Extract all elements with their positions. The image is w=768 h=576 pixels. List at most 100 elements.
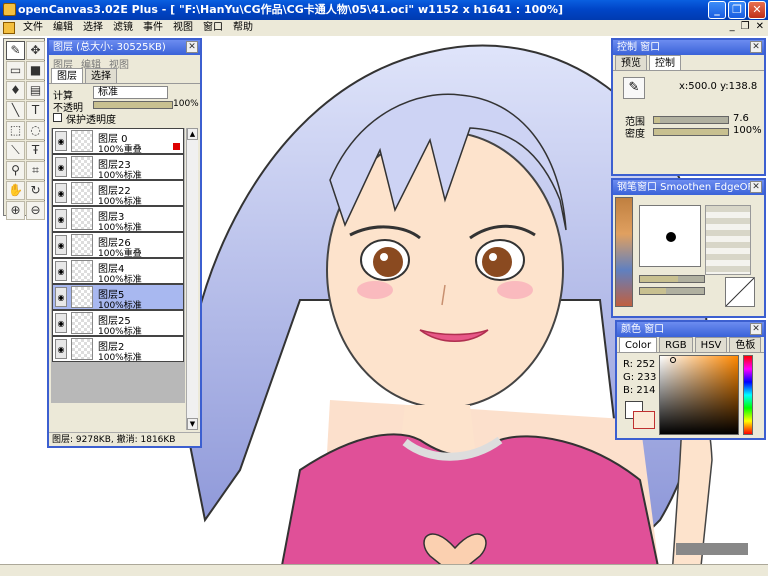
brush-settings-list[interactable] [705, 205, 751, 275]
visibility-eye-icon[interactable]: ◉ [55, 339, 67, 359]
brush-param-fill-2 [640, 288, 666, 294]
density-slider-fill [654, 129, 728, 135]
doc-close-button[interactable]: ✕ [756, 21, 764, 32]
menu-help[interactable]: 帮助 [228, 20, 258, 36]
layer-list-scrollbar[interactable]: ▲ ▼ [186, 128, 198, 430]
bucket-fill-icon[interactable]: ♦ [6, 81, 25, 100]
layer-row[interactable]: ◉ 图层 0 100%重叠 [52, 128, 184, 155]
control-tabs: 预览 控制 [613, 55, 764, 71]
crop-tool-icon[interactable]: ⌗ [26, 161, 45, 180]
rotate-tool-icon[interactable]: ↻ [26, 181, 45, 200]
move-tool-icon[interactable]: ✥ [26, 41, 45, 60]
menu-event[interactable]: 事件 [138, 20, 168, 36]
menu-edit[interactable]: 编辑 [48, 20, 78, 36]
tab-color[interactable]: Color [619, 337, 658, 352]
text-tool-icon[interactable]: T [26, 101, 45, 120]
visibility-eye-icon[interactable]: ◉ [55, 209, 67, 229]
scroll-up-icon[interactable]: ▲ [187, 128, 198, 140]
zoom-out-icon[interactable]: ⊖ [26, 201, 45, 220]
color-panel-title-text: 颜色 窗口 [621, 324, 665, 335]
text-select-icon[interactable]: Ŧ [26, 141, 45, 160]
visibility-eye-icon[interactable]: ◉ [55, 287, 67, 307]
color-picker-square[interactable] [659, 355, 739, 435]
foreground-color-swatch[interactable] [633, 411, 655, 429]
marquee-select-icon[interactable]: ⬚ [6, 121, 25, 140]
brush-panel-close-icon[interactable]: ✕ [750, 181, 762, 193]
layers-submenu-layer[interactable]: 图层 [53, 56, 73, 71]
visibility-eye-icon[interactable]: ◉ [55, 235, 67, 255]
menu-view[interactable]: 视图 [168, 20, 198, 36]
layer-thumbnail [71, 312, 93, 334]
layer-row[interactable]: ◉ 图层2 100%标准 [52, 336, 184, 363]
pen-preset-icon[interactable]: ✎ [623, 77, 645, 99]
tab-layers[interactable]: 图层 [51, 68, 83, 83]
layer-row[interactable]: ◉ 图层26 100%重叠 [52, 232, 184, 259]
layers-submenu-edit[interactable]: 编辑 [81, 56, 101, 71]
brush-param-slider-2[interactable] [639, 287, 705, 295]
lasso-select-icon[interactable]: ◌ [26, 121, 45, 140]
tab-rgb[interactable]: RGB [659, 337, 693, 352]
visibility-eye-icon[interactable]: ◉ [55, 313, 67, 333]
layer-row[interactable]: ◉ 图层25 100%标准 [52, 310, 184, 337]
visibility-eye-icon[interactable]: ◉ [55, 157, 67, 177]
layer-thumbnail [71, 338, 93, 360]
visibility-eye-icon[interactable]: ◉ [55, 261, 67, 281]
doc-minimize-button[interactable]: _ [730, 21, 735, 32]
layer-row[interactable]: ◉ 图层3 100%标准 [52, 206, 184, 233]
blue-value: B: 214 [623, 385, 656, 396]
tab-selection[interactable]: 选择 [85, 68, 117, 83]
window-controls: _ ❐ ✕ [708, 1, 766, 19]
pen-tool-icon[interactable]: ✎ [6, 41, 25, 60]
status-bar [0, 564, 768, 576]
gradient-icon[interactable]: ▤ [26, 81, 45, 100]
tab-control[interactable]: 控制 [649, 55, 681, 70]
control-panel-close-icon[interactable]: ✕ [750, 41, 762, 53]
rectangle-outline-icon[interactable]: ▭ [6, 61, 25, 80]
color-panel-close-icon[interactable]: ✕ [750, 323, 762, 335]
range-slider[interactable] [653, 116, 729, 124]
menu-window[interactable]: 窗口 [198, 20, 228, 36]
visibility-eye-icon[interactable]: ◉ [55, 131, 67, 151]
minimize-button[interactable]: _ [708, 1, 726, 19]
layers-panel-close-icon[interactable]: ✕ [186, 41, 198, 53]
doc-restore-button[interactable]: ❐ [741, 21, 750, 32]
opacity-slider-fill [94, 102, 172, 108]
layer-row[interactable]: ◉ 图层4 100%标准 [52, 258, 184, 285]
range-value: 7.6 [733, 113, 749, 124]
window-title: openCanvas3.02E Plus - [ "F:\HanYu\CG作品\… [18, 3, 564, 16]
tab-hsv[interactable]: HSV [694, 337, 728, 352]
layer-row[interactable]: ◉ 图层5 100%标准 [52, 284, 184, 311]
scroll-down-icon[interactable]: ▼ [187, 418, 198, 430]
layer-row[interactable]: ◉ 图层23 100%标准 [52, 154, 184, 181]
brush-param-slider-1[interactable] [639, 275, 705, 283]
red-value: R: 252 [623, 359, 656, 370]
control-panel-title: 控制 窗口 ✕ [613, 40, 764, 55]
close-button[interactable]: ✕ [748, 1, 766, 19]
toolbox: ✎ ✥ ▭ ■ ♦ ▤ ╲ T ⬚ ◌ ⟍ Ŧ ⚲ ⌗ ✋ ↻ ⊕ ⊖ [3, 38, 45, 220]
color-panel: 颜色 窗口 ✕ Color RGB HSV 色板 R: 252 G: 233 B… [615, 320, 766, 440]
line-tool-icon[interactable]: ╲ [6, 101, 25, 120]
menu-file[interactable]: 文件 [18, 20, 48, 36]
menu-filter[interactable]: 滤镜 [108, 20, 138, 36]
density-slider[interactable] [653, 128, 729, 136]
opacity-slider[interactable] [93, 101, 173, 109]
hue-slider[interactable] [743, 355, 753, 435]
layer-row[interactable]: ◉ 图层22 100%标准 [52, 180, 184, 207]
tab-preview[interactable]: 预览 [615, 55, 647, 70]
rectangle-fill-icon[interactable]: ■ [26, 61, 45, 80]
layers-submenu-view[interactable]: 视图 [109, 56, 129, 71]
eyedropper-icon[interactable]: ⚲ [6, 161, 25, 180]
zoom-in-icon[interactable]: ⊕ [6, 201, 25, 220]
menu-select[interactable]: 选择 [78, 20, 108, 36]
maximize-button[interactable]: ❐ [728, 1, 746, 19]
menu-bar: 文件 编辑 选择 滤镜 事件 视图 窗口 帮助 [0, 20, 768, 36]
tab-swatches[interactable]: 色板 [729, 337, 762, 352]
blend-mode-select[interactable]: 标准 [93, 86, 168, 99]
brush-tool-list[interactable] [615, 197, 633, 307]
document-icon[interactable] [3, 22, 15, 34]
hand-tool-icon[interactable]: ✋ [6, 181, 25, 200]
visibility-eye-icon[interactable]: ◉ [55, 183, 67, 203]
protect-transparency-checkbox[interactable] [53, 113, 62, 122]
line-select-icon[interactable]: ⟍ [6, 141, 25, 160]
pressure-curve-graph[interactable] [725, 277, 755, 307]
